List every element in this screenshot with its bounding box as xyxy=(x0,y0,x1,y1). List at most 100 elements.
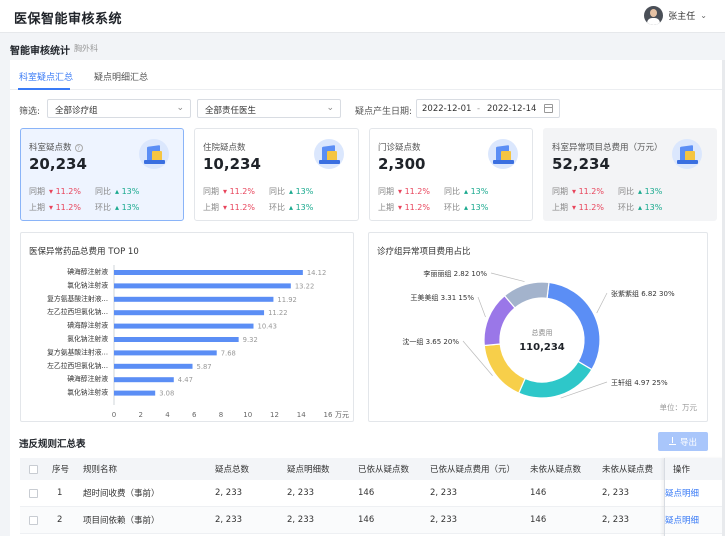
calendar-icon[interactable] xyxy=(544,104,553,113)
x-tick-label: 10 xyxy=(243,411,252,419)
stat-same-period: 同期 ▾ 11.2% xyxy=(552,187,604,196)
group-fee-chart-panel: 诊疗组异常项目费用占比 张紫紫组 6.82 30% 王轩组 4.97 25% 沈一组… xyxy=(368,232,708,422)
bar xyxy=(114,337,239,342)
page-header: 智能审核统计 胸外科 xyxy=(0,34,725,60)
export-label: 导出 xyxy=(679,437,697,448)
x-tick-label: 16 xyxy=(324,411,333,419)
data-label: 11.92 xyxy=(277,296,296,304)
stat-yoy: 同比 ▴ 13% xyxy=(95,187,140,196)
fixed-action-column xyxy=(664,458,725,536)
group-select[interactable]: 全部诊疗组 ⌄ xyxy=(47,99,191,118)
group-select-value: 全部诊疗组 xyxy=(55,106,98,116)
main-panel: 科室疑点汇总 疑点明细汇总 筛选: 全部诊疗组 ⌄ 全部责任医生 ⌄ 疑点产生日… xyxy=(10,60,725,536)
filter-label: 筛选: xyxy=(19,107,41,117)
card-title: 科室异常项目总费用（万元） xyxy=(552,143,663,153)
date-start[interactable]: 2022-12-01 xyxy=(422,104,471,114)
top-bar: 医保智能审核系统 张主任 ⌄ xyxy=(0,0,725,33)
report-icon xyxy=(488,139,518,169)
chevron-down-icon[interactable]: ⌄ xyxy=(700,11,707,20)
unfollowed-fee: 2, 233 xyxy=(602,515,630,525)
x-tick-label: 0 xyxy=(112,411,116,419)
export-icon xyxy=(668,437,676,445)
stat-yoy: 同比 ▴ 13% xyxy=(618,187,663,196)
stat-card-outpatient[interactable]: 门诊疑点数 2,300 同期 ▾ 11.2% 同比 ▴ 13% 上期 ▾ 11.2% … xyxy=(369,128,533,221)
tab-detail-summary[interactable]: 疑点明细汇总 xyxy=(94,70,148,83)
followed-count: 146 xyxy=(358,515,375,525)
report-icon xyxy=(672,139,702,169)
slice-label: 王美美组 3.31 15% xyxy=(410,293,474,302)
category-label: 氯化钠注射液 xyxy=(67,334,108,343)
category-label: 复方氨基酸注射液... xyxy=(47,294,108,303)
slice-label: 张紫紫组 6.82 30% xyxy=(611,289,675,298)
date-separator: - xyxy=(477,104,481,114)
bar xyxy=(114,350,217,356)
pie-slice xyxy=(546,281,601,371)
table-row[interactable]: 1 超时间收费（事前） 2, 233 2, 233 146 2, 233 146… xyxy=(20,480,725,507)
pie-slice xyxy=(517,360,593,399)
row-no: 1 xyxy=(57,488,63,498)
avatar[interactable] xyxy=(644,6,664,25)
chart-unit: 单位：万元 xyxy=(659,403,698,412)
doctor-select[interactable]: 全部责任医生 ⌄ xyxy=(197,99,341,118)
slice-label: 沈一组 3.65 20% xyxy=(402,337,459,346)
select-all-checkbox[interactable] xyxy=(29,458,38,480)
report-icon xyxy=(314,139,344,169)
data-label: 14.12 xyxy=(307,269,326,277)
category-label: 碘海醇注射液 xyxy=(67,267,108,276)
x-tick-label: 6 xyxy=(192,411,197,419)
category-label: 碘海醇注射液 xyxy=(67,321,108,330)
stat-card-abnormal-fee[interactable]: 科室异常项目总费用（万元） 52,234 同期 ▾ 11.2% 同比 ▴ 13% 上… xyxy=(543,128,717,221)
bar xyxy=(114,296,274,302)
date-end[interactable]: 2022-12-14 xyxy=(487,104,536,114)
doctor-select-value: 全部责任医生 xyxy=(205,106,257,116)
chevron-down-icon: ⌄ xyxy=(326,103,334,113)
bar xyxy=(114,270,303,275)
bar xyxy=(114,390,156,396)
category-label: 碘海醇注射液 xyxy=(67,374,108,383)
slice-label: 李丽丽组 2.82 10% xyxy=(423,269,487,278)
card-title: 住院疑点数 xyxy=(203,143,246,153)
x-tick-label: 8 xyxy=(219,411,223,419)
row-checkbox[interactable] xyxy=(29,507,38,533)
stat-prev-period: 上期 ▾ 11.2% xyxy=(378,203,430,212)
stat-card-inpatient[interactable]: 住院疑点数 10,234 同期 ▾ 11.2% 同比 ▴ 13% 上期 ▾ 11.2%… xyxy=(194,128,359,221)
bar xyxy=(114,363,193,369)
center-value: 110,234 xyxy=(519,342,565,353)
total-count: 2, 233 xyxy=(215,515,243,525)
leader-line xyxy=(477,296,486,318)
category-label: 氯化钠注射液 xyxy=(67,280,108,289)
date-range-picker[interactable]: 2022-12-01 - 2022-12-14 xyxy=(416,99,560,118)
user-menu[interactable]: 张主任 ⌄ xyxy=(644,6,707,25)
stat-card-dept[interactable]: 科室疑点数? 20,234 同期 ▾ 11.2% 同比 ▴ 13% 上期 ▾ 11.2… xyxy=(20,128,184,221)
tab-dept-summary[interactable]: 科室疑点汇总 xyxy=(19,70,73,83)
chevron-down-icon: ⌄ xyxy=(176,103,184,113)
data-label: 5.87 xyxy=(197,363,212,371)
data-label: 7.68 xyxy=(221,349,236,357)
column-header: 未依从疑点费 xyxy=(602,465,654,475)
rule-name: 项目间依赖（事前） xyxy=(83,516,160,526)
card-value: 2,300 xyxy=(378,155,426,173)
stat-prev-period: 上期 ▾ 11.2% xyxy=(203,203,255,212)
row-no: 2 xyxy=(57,515,63,525)
column-header: 未依从疑点数 xyxy=(530,465,582,475)
table-row[interactable]: 2 项目间依赖（事前） 2, 233 2, 233 146 2, 233 146… xyxy=(20,507,725,534)
bar xyxy=(114,283,291,289)
user-name[interactable]: 张主任 xyxy=(668,9,695,22)
app-title: 医保智能审核系统 xyxy=(14,12,123,27)
stat-yoy: 同比 ▴ 13% xyxy=(444,187,489,196)
unfollowed-count: 146 xyxy=(530,515,547,525)
stat-mom: 环比 ▴ 13% xyxy=(618,203,663,212)
card-title: 门诊疑点数 xyxy=(378,143,421,153)
row-checkbox[interactable] xyxy=(29,480,38,506)
stat-prev-period: 上期 ▾ 11.2% xyxy=(552,203,604,212)
data-label: 4.47 xyxy=(178,376,193,384)
help-icon[interactable]: ? xyxy=(74,143,83,152)
column-header: 规则名称 xyxy=(83,465,118,475)
stat-mom: 环比 ▴ 13% xyxy=(269,203,314,212)
x-tick-label: 12 xyxy=(270,411,279,419)
export-button[interactable]: 导出 xyxy=(658,432,708,451)
stat-same-period: 同期 ▾ 11.2% xyxy=(203,187,255,196)
column-header: 疑点总数 xyxy=(215,465,250,475)
stat-mom: 环比 ▴ 13% xyxy=(95,203,140,212)
category-label: 左乙拉西坦氯化钠... xyxy=(47,361,108,370)
